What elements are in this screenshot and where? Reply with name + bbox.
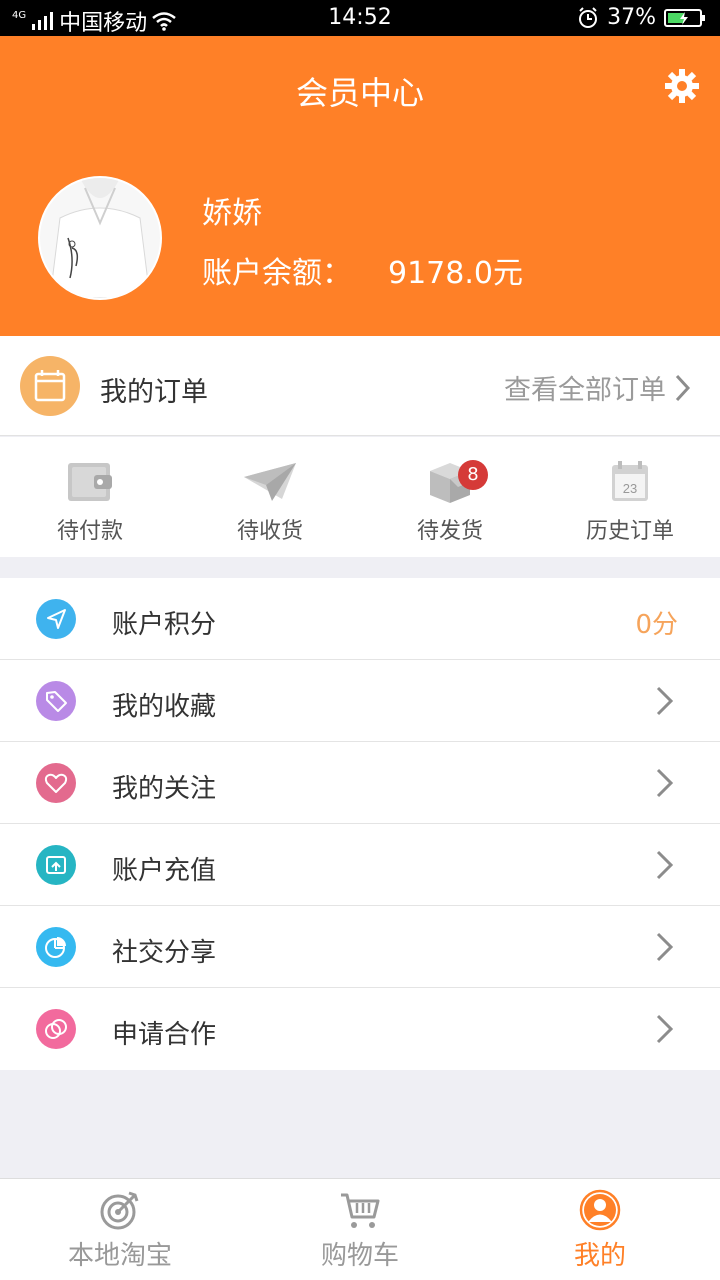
pending-shipment-badge: 8 bbox=[458, 460, 488, 490]
points-value: 0分 bbox=[635, 610, 678, 640]
status-pending-receipt-label: 待收货 bbox=[236, 519, 303, 544]
chevron-right-icon bbox=[656, 932, 674, 962]
view-all-orders-link[interactable]: 查看全部订单 bbox=[504, 368, 694, 407]
my-orders-row[interactable]: 我的订单 查看全部订单 bbox=[0, 336, 720, 436]
tab-label: 本地淘宝 bbox=[67, 1241, 172, 1271]
tab-mine[interactable]: 我的 bbox=[480, 1179, 720, 1280]
menu-item-label: 账户充值 bbox=[112, 856, 217, 886]
menu-list: 账户积分 0分 我的收藏 我的关注 账户充值 社交分享 申请合作 bbox=[0, 578, 720, 1070]
calendar-day: 23 bbox=[623, 481, 637, 496]
target-icon bbox=[100, 1191, 139, 1230]
menu-item-points[interactable]: 账户积分 0分 bbox=[0, 578, 720, 660]
my-orders-label: 我的订单 bbox=[100, 377, 208, 408]
tab-cart[interactable]: 购物车 bbox=[240, 1179, 480, 1280]
status-bar: 4G 中国移动 14:52 37% bbox=[0, 0, 720, 36]
tab-label: 我的 bbox=[573, 1241, 626, 1271]
status-pending-shipment[interactable]: 待发货 bbox=[360, 437, 540, 557]
heart-icon bbox=[36, 763, 76, 803]
menu-item-recharge[interactable]: 账户充值 bbox=[0, 824, 720, 906]
menu-item-label: 社交分享 bbox=[112, 938, 217, 968]
navigation-icon bbox=[36, 599, 76, 639]
menu-item-label: 我的关注 bbox=[112, 774, 217, 804]
settings-button[interactable] bbox=[662, 66, 702, 106]
tag-icon bbox=[36, 681, 76, 721]
status-pending-shipment-label: 待发货 bbox=[416, 519, 483, 544]
tab-local-taobao[interactable]: 本地淘宝 bbox=[0, 1179, 240, 1280]
chevron-right-icon bbox=[675, 374, 691, 401]
menu-item-cooperation[interactable]: 申请合作 bbox=[0, 988, 720, 1070]
view-all-orders-label: 查看全部订单 bbox=[504, 375, 666, 406]
rings-icon bbox=[36, 1009, 76, 1049]
status-pending-payment[interactable]: 待付款 bbox=[0, 437, 180, 557]
recharge-icon bbox=[36, 845, 76, 885]
chevron-right-icon bbox=[656, 686, 674, 716]
username: 娇娇 bbox=[202, 196, 262, 231]
balance-value: 9178.0元 bbox=[388, 256, 523, 291]
menu-item-follows[interactable]: 我的关注 bbox=[0, 742, 720, 824]
account-balance: 账户余额： 9178.0元 bbox=[202, 248, 523, 292]
chevron-right-icon bbox=[656, 850, 674, 880]
tab-label: 购物车 bbox=[320, 1241, 399, 1271]
pie-chart-icon bbox=[36, 927, 76, 967]
status-order-history-label: 历史订单 bbox=[585, 519, 674, 544]
menu-item-label: 申请合作 bbox=[112, 1020, 217, 1050]
status-order-history[interactable]: 23 历史订单 bbox=[540, 437, 720, 557]
battery-icon bbox=[664, 8, 705, 27]
page-title: 会员中心 bbox=[295, 74, 424, 112]
menu-item-label: 账户积分 bbox=[112, 610, 217, 640]
status-pending-receipt[interactable]: 待收货 bbox=[180, 437, 360, 557]
orders-calendar-icon bbox=[20, 356, 80, 416]
calendar-icon: 23 bbox=[612, 461, 648, 501]
order-status-grid: 待付款 待收货 待发货 23 历史订单 bbox=[0, 437, 720, 557]
menu-item-favorites[interactable]: 我的收藏 bbox=[0, 660, 720, 742]
balance-label: 账户余额： bbox=[202, 256, 352, 291]
menu-item-label: 我的收藏 bbox=[112, 692, 217, 722]
status-right: 37% bbox=[577, 5, 706, 30]
chevron-right-icon bbox=[656, 1014, 674, 1044]
cart-icon bbox=[341, 1193, 380, 1228]
menu-item-share[interactable]: 社交分享 bbox=[0, 906, 720, 988]
chevron-right-icon bbox=[656, 768, 674, 798]
paper-plane-icon bbox=[244, 463, 296, 501]
profile-header: 会员中心 娇娇 账户余额： 9178.0元 bbox=[0, 36, 720, 336]
status-pending-payment-label: 待付款 bbox=[56, 519, 123, 544]
gear-icon bbox=[665, 69, 699, 103]
wallet-icon bbox=[68, 463, 112, 501]
battery-percent: 37% bbox=[607, 5, 656, 30]
avatar[interactable] bbox=[38, 176, 162, 300]
alarm-icon bbox=[579, 6, 598, 28]
avatar-image bbox=[40, 178, 160, 298]
bottom-tab-bar: 本地淘宝 购物车 我的 bbox=[0, 1178, 720, 1280]
user-icon bbox=[579, 1189, 621, 1231]
